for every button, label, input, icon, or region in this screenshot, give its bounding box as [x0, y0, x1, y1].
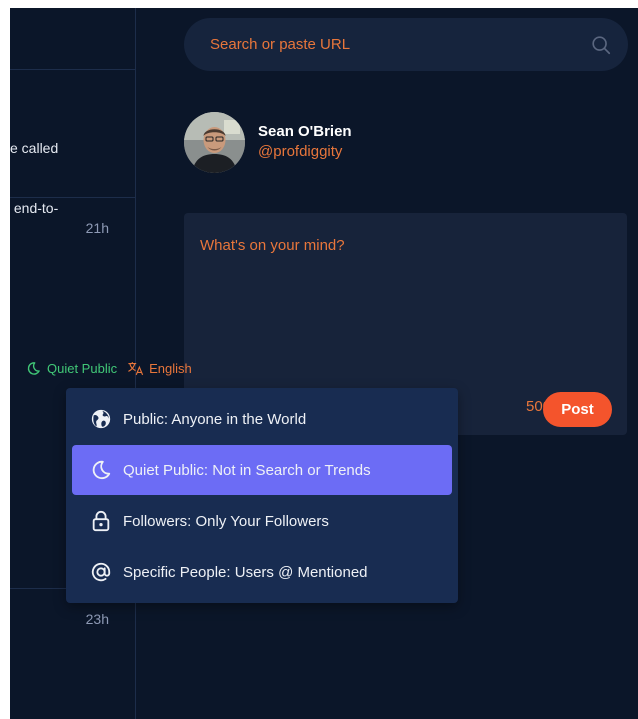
search-bar[interactable]: [184, 18, 628, 71]
account-profile: Sean O'Brien @profdiggity: [184, 111, 352, 173]
menu-item-label: Specific People: Users @ Mentioned: [123, 563, 368, 581]
menu-item-label: Public: Anyone in the World: [123, 410, 307, 428]
visibility-label: Quiet Public: [47, 361, 118, 376]
language-label: English: [149, 361, 192, 376]
menu-item-label: Quiet Public: Not in Search or Trends: [123, 461, 371, 479]
avatar[interactable]: [184, 111, 245, 173]
at-icon: [91, 562, 111, 582]
post-snippet-line: end-to-: [10, 200, 59, 216]
visibility-button[interactable]: Quiet Public: [26, 361, 117, 376]
profile-name[interactable]: Sean O'Brien: [258, 122, 352, 142]
post-snippet-line: e called: [10, 140, 59, 156]
compose-options: Quiet Public English: [26, 361, 192, 376]
translate-icon: [128, 362, 144, 376]
search-icon[interactable]: [590, 34, 612, 56]
timeline-header: [10, 8, 136, 70]
menu-item-label: Followers: Only Your Followers: [123, 512, 329, 530]
moon-icon: [92, 460, 111, 480]
visibility-dropdown: Public: Anyone in the World Quiet Public…: [66, 388, 458, 603]
profile-text: Sean O'Brien @profdiggity: [258, 122, 352, 162]
moon-icon: [27, 362, 40, 375]
post-timestamp[interactable]: 23h: [86, 611, 109, 627]
visibility-option-specific-people[interactable]: Specific People: Users @ Mentioned: [72, 547, 452, 597]
language-button[interactable]: English: [127, 361, 192, 376]
post-snippet[interactable]: e called end-to-: [10, 98, 130, 258]
post-button[interactable]: Post: [543, 392, 612, 427]
app-window: e called end-to- 21h 23h Search or paste…: [10, 8, 638, 719]
lock-icon: [92, 510, 110, 532]
globe-icon: [91, 409, 111, 429]
profile-handle[interactable]: @profdiggity: [258, 142, 352, 162]
visibility-option-followers[interactable]: Followers: Only Your Followers: [72, 496, 452, 546]
visibility-option-quiet-public[interactable]: Quiet Public: Not in Search or Trends: [72, 445, 452, 495]
compose-textarea[interactable]: What's on your mind?: [200, 237, 345, 254]
timeline-divider: [10, 197, 136, 198]
visibility-option-public[interactable]: Public: Anyone in the World: [72, 394, 452, 444]
post-timestamp[interactable]: 21h: [86, 220, 109, 236]
search-input[interactable]: [210, 36, 590, 53]
